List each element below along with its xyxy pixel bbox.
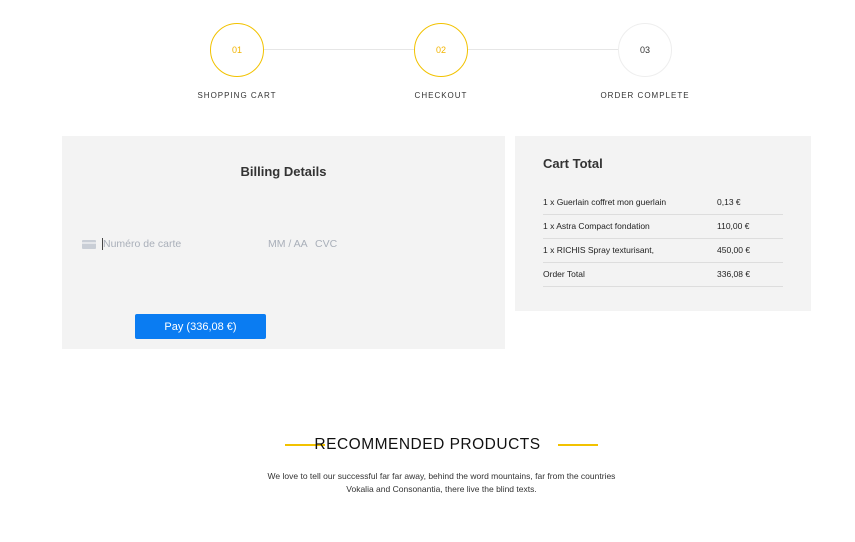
cart-total-panel: Cart Total 1 x Guerlain coffret mon guer… (515, 136, 811, 311)
billing-details-panel: Billing Details Pay (336,08 €) (62, 136, 505, 349)
credit-card-icon (82, 240, 96, 249)
step-connector (264, 49, 415, 50)
order-total-value: 336,08 € (717, 269, 751, 279)
card-input-row[interactable] (82, 237, 482, 251)
recommended-description: We love to tell our successful far far a… (267, 471, 616, 494)
cart-item-price: 0,13 € (717, 197, 741, 207)
step-label: CHECKOUT (414, 91, 468, 100)
step-connector (468, 49, 619, 50)
cart-item-price: 450,00 € (717, 245, 751, 255)
step-label: SHOPPING CART (197, 91, 277, 100)
recommended-title: RECOMMENDED PRODUCTS (314, 436, 541, 453)
cart-item-row: 1 x Astra Compact fondation 110,00 € (543, 215, 783, 239)
heading-decoration-line (558, 444, 598, 446)
cart-item-name: 1 x Astra Compact fondation (543, 221, 650, 231)
cart-item-name: 1 x RICHIS Spray texturisant, (543, 245, 655, 255)
order-total-row: Order Total 336,08 € (543, 263, 783, 287)
step-order-complete[interactable]: 03 ORDER COMPLETE (600, 23, 689, 100)
step-shopping-cart[interactable]: 01 SHOPPING CART (197, 23, 276, 100)
cart-item-price: 110,00 € (717, 221, 750, 231)
card-cvc-input[interactable] (315, 238, 355, 250)
billing-title: Billing Details (240, 164, 327, 179)
cart-title: Cart Total (543, 156, 603, 171)
step-number: 01 (210, 23, 264, 77)
cart-item-row: 1 x Guerlain coffret mon guerlain 0,13 € (543, 191, 783, 215)
card-number-input[interactable] (103, 238, 253, 250)
checkout-progress: 01 SHOPPING CART 02 CHECKOUT 03 ORDER CO… (0, 0, 855, 110)
step-label: ORDER COMPLETE (600, 91, 690, 100)
cart-item-row: 1 x RICHIS Spray texturisant, 450,00 € (543, 239, 783, 263)
step-checkout[interactable]: 02 CHECKOUT (414, 23, 468, 100)
card-expiry-input[interactable] (268, 238, 314, 250)
step-number: 03 (618, 23, 672, 77)
cart-item-name: 1 x Guerlain coffret mon guerlain (543, 197, 667, 207)
step-number: 02 (414, 23, 468, 77)
pay-button[interactable]: Pay (336,08 €) (135, 314, 266, 339)
order-total-label: Order Total (543, 269, 585, 279)
